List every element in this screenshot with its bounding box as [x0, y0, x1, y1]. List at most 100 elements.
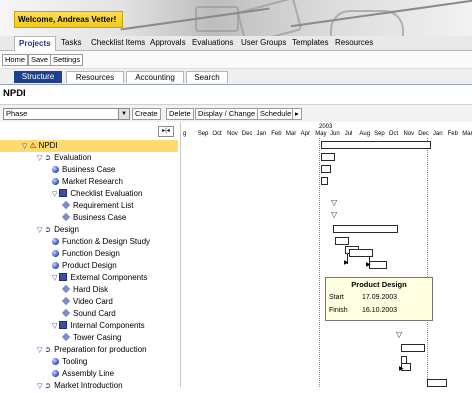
- tree-node[interactable]: Tower Casing: [0, 332, 178, 344]
- view-select[interactable]: Phase ▼: [3, 108, 130, 120]
- tab-accounting[interactable]: Accounting: [126, 71, 184, 83]
- tree-node[interactable]: Tooling: [0, 356, 178, 368]
- delete-button[interactable]: Delete: [166, 108, 194, 120]
- expand-toggle-icon[interactable]: ▽: [22, 143, 27, 150]
- tree-node[interactable]: Hard Disk: [0, 284, 178, 296]
- gantt-month-label: Feb: [271, 131, 282, 137]
- tree-node-label: Internal Components: [70, 321, 145, 330]
- menu-projects[interactable]: Projects: [14, 36, 56, 51]
- phase-icon: ➲: [44, 381, 52, 390]
- dependency-arrow-icon: ▶: [366, 262, 371, 268]
- page-title: NPDI: [3, 88, 26, 99]
- today-line: [319, 138, 320, 387]
- tree-node[interactable]: ▽ ➲ Preparation for production: [0, 344, 178, 356]
- gantt-bar-preparation[interactable]: [401, 344, 425, 352]
- tree-node-label: Business Case: [73, 213, 127, 222]
- gantt-bar-market-introduction[interactable]: [427, 379, 447, 387]
- tree-node[interactable]: ▽ Checklist Evaluation: [0, 188, 178, 200]
- gantt-bar-npdi[interactable]: [321, 141, 431, 149]
- project-tree: ▽ ⚠ NPDI ▽ ➲ Evaluation Business Case Market Re…: [0, 122, 180, 390]
- tree-node[interactable]: Function Design: [0, 248, 178, 260]
- menu-evaluations[interactable]: Evaluations: [192, 38, 233, 47]
- phase-icon: ➲: [44, 225, 52, 234]
- tree-node[interactable]: Requirement List: [0, 200, 178, 212]
- gantt-bar-external-components[interactable]: [369, 261, 387, 269]
- tree-node[interactable]: ▽ ➲ Design: [0, 224, 178, 236]
- tree-node-label: Checklist Evaluation: [70, 189, 143, 198]
- expand-toggle-icon[interactable]: ▽: [37, 227, 42, 234]
- gantt-year: 2003: [319, 124, 333, 130]
- tree-node-label: Market Research: [62, 177, 123, 186]
- tooltip-start-value: 17.09.2003: [362, 294, 398, 301]
- checklist-item-icon: [61, 200, 71, 210]
- milestone-business-case: ▽: [331, 210, 338, 219]
- gantt-bar-product-design[interactable]: [349, 249, 373, 257]
- header-banner: Welcome, Andreas Vetter!: [0, 0, 472, 36]
- menu-tasks[interactable]: Tasks: [61, 38, 81, 47]
- tab-resources[interactable]: Resources: [66, 71, 124, 83]
- tooltip-finish-label: Finish: [329, 307, 348, 314]
- tree-node-label: Sound Card: [73, 309, 116, 318]
- expand-toggle-icon[interactable]: ▽: [52, 323, 57, 330]
- tree-node[interactable]: Assembly Line: [0, 368, 178, 380]
- expand-toggle-icon[interactable]: ▽: [52, 275, 57, 282]
- tree-node[interactable]: ▽ ⚠ NPDI: [0, 140, 178, 152]
- expand-collapse-toggle[interactable]: ▸|◂: [158, 126, 174, 137]
- expand-toggle-icon[interactable]: ▽: [37, 155, 42, 162]
- checklist-icon: [59, 189, 68, 197]
- tab-structure[interactable]: Structure: [14, 71, 62, 83]
- tree-node[interactable]: ▽ ➲ Market Introduction: [0, 380, 178, 392]
- tree-node-label: Assembly Line: [62, 369, 115, 378]
- menu-resources[interactable]: Resources: [335, 38, 373, 47]
- checklist-item-icon: [61, 296, 71, 306]
- gantt-bar-function-design-study[interactable]: [335, 237, 349, 245]
- gantt-bar-evaluation[interactable]: [321, 153, 335, 161]
- tree-node[interactable]: ▽ ➲ Evaluation: [0, 152, 178, 164]
- tree-node[interactable]: Sound Card: [0, 308, 178, 320]
- view-select-value: Phase: [6, 109, 28, 118]
- sub-menu: Home Save Settings: [0, 51, 472, 69]
- gantt-bar-market-research[interactable]: [321, 177, 328, 185]
- tree-node[interactable]: Business Case: [0, 164, 178, 176]
- more-button[interactable]: ▸: [292, 108, 302, 120]
- tree-node[interactable]: Function & Design Study: [0, 236, 178, 248]
- expand-toggle-icon[interactable]: ▽: [52, 191, 57, 198]
- gantt-month-label: Mar: [285, 131, 297, 137]
- menu-approvals[interactable]: Approvals: [150, 38, 186, 47]
- checklist-icon: [59, 321, 68, 329]
- tree-node[interactable]: Business Case: [0, 212, 178, 224]
- tree-node[interactable]: Market Research: [0, 176, 178, 188]
- phase-icon: ➲: [44, 345, 52, 354]
- menu-templates[interactable]: Templates: [292, 38, 328, 47]
- tree-node-label: NPDI: [38, 141, 58, 150]
- chevron-down-icon[interactable]: ▼: [118, 109, 129, 119]
- gantt-month-label: Feb: [447, 131, 458, 137]
- menu-checklist-items[interactable]: Checklist Items: [91, 38, 145, 47]
- task-icon: [52, 370, 59, 377]
- tree-node[interactable]: Product Design: [0, 260, 178, 272]
- tree-node[interactable]: ▽ External Components: [0, 272, 178, 284]
- expand-toggle-icon[interactable]: ▽: [37, 347, 42, 354]
- tree-node-label: Business Case: [62, 165, 116, 174]
- save-button[interactable]: Save: [28, 54, 52, 66]
- display-change-button[interactable]: Display / Change: [195, 108, 259, 120]
- gantt-bar-design[interactable]: [333, 225, 398, 233]
- home-button[interactable]: Home: [2, 54, 29, 66]
- tree-node[interactable]: Video Card: [0, 296, 178, 308]
- tab-search[interactable]: Search: [186, 71, 228, 83]
- tree-node[interactable]: ▽ Internal Components: [0, 320, 178, 332]
- create-button[interactable]: Create: [132, 108, 161, 120]
- tree-node-label: Video Card: [73, 297, 113, 306]
- schedule-button[interactable]: Schedule: [257, 108, 295, 120]
- milestone-tower-casing: ▽: [396, 330, 403, 339]
- toolbar: Phase ▼ Create Delete Display / Change S…: [0, 104, 472, 123]
- task-icon: [52, 250, 59, 257]
- gantt-month-label: Apr: [300, 131, 310, 137]
- tree-node-label: Function & Design Study: [62, 237, 151, 246]
- tree-node-label: External Components: [70, 273, 148, 282]
- gantt-month-label: Nov: [227, 131, 238, 137]
- gantt-bar-business-case[interactable]: [321, 165, 331, 173]
- menu-user-groups[interactable]: User Groups: [241, 38, 286, 47]
- settings-button[interactable]: Settings: [50, 54, 84, 66]
- phase-icon: ➲: [44, 153, 52, 162]
